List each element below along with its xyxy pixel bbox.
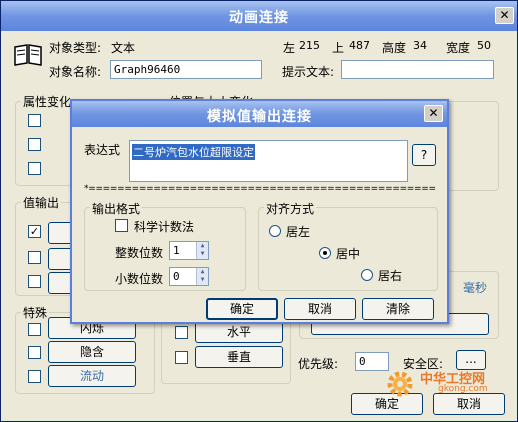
dialog-close-button[interactable]: ✕ bbox=[424, 105, 443, 122]
scientific-notation-checkbox[interactable] bbox=[115, 219, 128, 232]
window-title: 动画连接 bbox=[229, 10, 289, 26]
object-type-label: 对象类型: bbox=[49, 41, 102, 55]
watermark-url: gkong.com bbox=[438, 384, 488, 394]
flow-button[interactable]: 流动 bbox=[48, 365, 136, 387]
expression-label: 表达式 bbox=[84, 143, 121, 157]
align-left-label: 居左 bbox=[286, 225, 311, 239]
align-center-radio[interactable] bbox=[319, 247, 331, 259]
close-button[interactable]: ✕ bbox=[495, 7, 514, 24]
dialog-ok-button[interactable]: 确定 bbox=[206, 298, 278, 320]
align-right-radio[interactable] bbox=[361, 269, 373, 281]
hint-label: 提示文本: bbox=[282, 65, 335, 79]
book-icon bbox=[13, 43, 43, 67]
output-format-title: 输出格式 bbox=[90, 200, 143, 217]
attr-checkbox-1[interactable] bbox=[28, 114, 41, 127]
int-digits-label: 整数位数 bbox=[115, 246, 164, 260]
alignment-title: 对齐方式 bbox=[264, 200, 317, 217]
align-center-dot bbox=[323, 251, 327, 255]
dec-digits-spinner-icon[interactable]: ▲ ▼ bbox=[196, 268, 208, 285]
top-label: 上 bbox=[332, 41, 345, 55]
vertical-checkbox[interactable] bbox=[175, 351, 188, 364]
value-checkbox-3[interactable] bbox=[28, 275, 41, 288]
value-output-title: 值输出 bbox=[21, 194, 62, 211]
special-checkbox-2[interactable] bbox=[28, 346, 41, 359]
dialog-cancel-button[interactable]: 取消 bbox=[284, 298, 356, 320]
width-value: 50 bbox=[477, 39, 491, 52]
attr-checkbox-2[interactable] bbox=[28, 138, 41, 151]
align-center-label: 居中 bbox=[336, 247, 361, 261]
int-digits-field[interactable]: 1 ▲ ▼ bbox=[169, 241, 209, 260]
top-value: 487 bbox=[349, 39, 370, 52]
horizontal-checkbox[interactable] bbox=[175, 326, 188, 339]
object-name-label: 对象名称: bbox=[49, 65, 102, 79]
special-checkbox-3[interactable] bbox=[28, 370, 41, 383]
dec-digits-label: 小数位数 bbox=[115, 272, 164, 286]
vertical-button[interactable]: 垂直 bbox=[195, 346, 283, 368]
height-label: 高度 bbox=[382, 41, 407, 55]
special-checkbox-1[interactable] bbox=[28, 323, 41, 336]
dialog-clear-button[interactable]: 清除 bbox=[362, 298, 434, 320]
left-value: 215 bbox=[299, 39, 320, 52]
gear-logo-icon bbox=[384, 368, 416, 400]
hint-field[interactable] bbox=[341, 60, 494, 79]
expression-text: 二号炉汽包水位超限设定 bbox=[132, 144, 255, 160]
priority-label: 优先级: bbox=[298, 357, 339, 371]
dec-digits-field[interactable]: 0 ▲ ▼ bbox=[169, 267, 209, 286]
security-button[interactable]: ... bbox=[456, 350, 486, 370]
expression-input[interactable]: 二号炉汽包水位超限设定 bbox=[129, 140, 408, 182]
value-checkbox-1[interactable]: ✓ bbox=[28, 225, 41, 238]
dialog-title-bar: 模拟值输出连接 ✕ bbox=[72, 101, 447, 127]
align-right-label: 居右 bbox=[378, 269, 403, 283]
align-left-radio[interactable] bbox=[269, 225, 281, 237]
hide-button[interactable]: 隐含 bbox=[48, 341, 136, 363]
int-digits-spinner-icon[interactable]: ▲ ▼ bbox=[196, 242, 208, 259]
ms-label: 毫秒 bbox=[463, 281, 488, 295]
scientific-notation-label: 科学计数法 bbox=[134, 220, 195, 234]
object-type-value: 文本 bbox=[111, 41, 136, 55]
left-label: 左 bbox=[283, 41, 296, 55]
int-digits-value: 1 bbox=[173, 244, 180, 257]
expression-help-button[interactable]: ? bbox=[412, 144, 436, 166]
main-cancel-button[interactable]: 取消 bbox=[433, 393, 505, 415]
analog-output-dialog: 模拟值输出连接 ✕ 表达式 二号炉汽包水位超限设定 ? *===========… bbox=[70, 99, 449, 324]
dialog-title: 模拟值输出连接 bbox=[207, 109, 312, 125]
object-name-field[interactable]: Graph96460 bbox=[110, 60, 262, 79]
special-title: 特殊 bbox=[21, 304, 50, 321]
separator-line: *=======================================… bbox=[84, 184, 436, 194]
height-value: 34 bbox=[413, 39, 427, 52]
horizontal-button[interactable]: 水平 bbox=[195, 321, 283, 343]
width-label: 宽度 bbox=[446, 41, 471, 55]
attr-change-title: 属性变化 bbox=[21, 93, 74, 110]
dec-digits-value: 0 bbox=[173, 270, 180, 283]
title-bar: 动画连接 ✕ bbox=[1, 1, 517, 31]
value-checkbox-2[interactable] bbox=[28, 251, 41, 264]
attr-checkbox-3[interactable] bbox=[28, 162, 41, 175]
